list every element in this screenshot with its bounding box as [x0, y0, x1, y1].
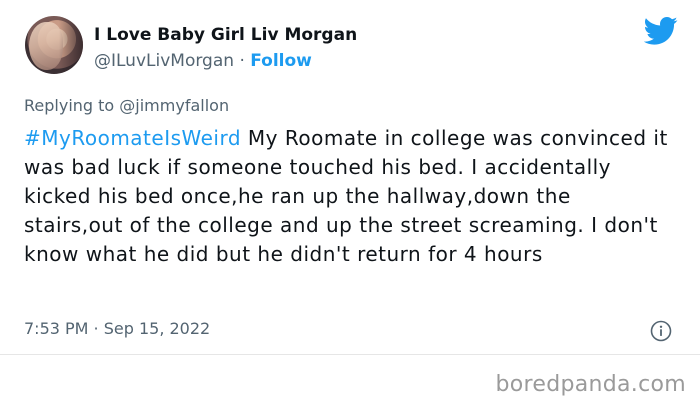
watermark: boredpanda.com — [495, 372, 686, 397]
tweet-text: #MyRoomateIsWeird My Roomate in college … — [24, 124, 674, 269]
user-handle[interactable]: @ILuvLivMorgan — [94, 51, 234, 71]
avatar-shade — [59, 16, 83, 74]
separator-dot: · — [239, 51, 245, 71]
twitter-bird-icon[interactable] — [644, 16, 678, 46]
timestamp[interactable]: 7:53 PM · Sep 15, 2022 — [24, 318, 210, 340]
avatar-hair-shape — [29, 22, 63, 70]
avatar[interactable] — [25, 16, 83, 74]
replying-to[interactable]: Replying to @jimmyfallon — [24, 95, 229, 117]
hashtag-link[interactable]: #MyRoomateIsWeird — [24, 126, 241, 150]
display-name[interactable]: I Love Baby Girl Liv Morgan — [94, 24, 357, 46]
follow-button[interactable]: Follow — [250, 51, 312, 71]
info-icon[interactable] — [650, 320, 672, 342]
divider — [0, 354, 700, 355]
handle-row: @ILuvLivMorgan · Follow — [94, 50, 312, 72]
